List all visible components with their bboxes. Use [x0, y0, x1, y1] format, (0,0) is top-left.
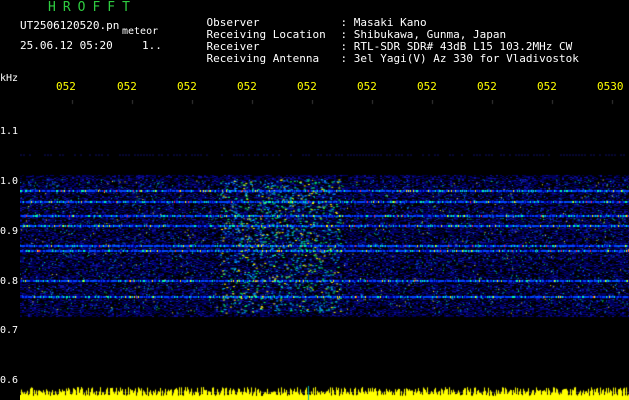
capture-datetime: 25.06.12 05:20	[20, 39, 113, 52]
x-tick: 052	[537, 80, 557, 93]
antenna-row: Receiving Antenna : 3el Yagi(V) Az 330 fo…	[180, 42, 579, 75]
capture-extra: 1..	[142, 39, 162, 52]
x-tick: 052	[297, 80, 317, 93]
header-label: Receiving Antenna	[206, 52, 320, 65]
app-title: HROFFT	[48, 0, 137, 15]
y-tick: 1.0	[0, 176, 19, 187]
y-tick: 0.6	[0, 375, 19, 386]
y-axis-unit: kHz	[0, 73, 19, 84]
y-tick: 1.1	[0, 126, 19, 137]
y-tick: 0.9	[0, 226, 19, 237]
x-tick: 052	[357, 80, 377, 93]
y-tick: 0.7	[0, 325, 19, 336]
x-tick: 052	[56, 80, 76, 93]
spectrogram-panel	[20, 100, 629, 400]
x-tick: 0530	[597, 80, 624, 93]
x-tick: 052	[237, 80, 257, 93]
x-tick: 052	[177, 80, 197, 93]
spectrogram-canvas	[20, 100, 629, 400]
hrofft-window: HROFFT UT2506120520.pn meteor 25.06.12 0…	[0, 0, 629, 400]
x-tick: 052	[477, 80, 497, 93]
header-value: : 3el Yagi(V) Az 330 for Vladivostok	[340, 52, 579, 65]
x-tick: 052	[417, 80, 437, 93]
file-name: UT2506120520.pn	[20, 19, 120, 32]
file-suffix: meteor	[122, 26, 159, 37]
y-tick: 0.8	[0, 276, 19, 287]
x-tick: 052	[117, 80, 137, 93]
